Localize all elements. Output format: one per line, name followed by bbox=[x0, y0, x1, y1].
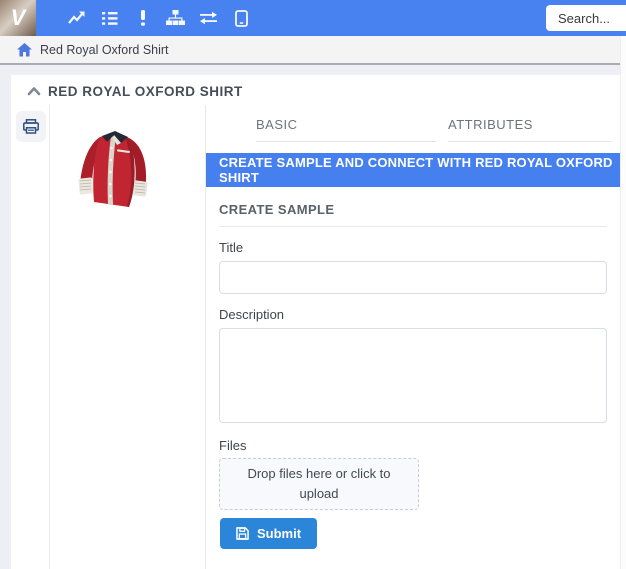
panel-title: RED ROYAL OXFORD SHIRT bbox=[48, 84, 243, 99]
scrollbar-track[interactable] bbox=[620, 36, 626, 569]
submit-label: Submit bbox=[257, 526, 301, 541]
description-input[interactable] bbox=[219, 328, 607, 423]
form-heading: CREATE SAMPLE bbox=[219, 202, 607, 227]
breadcrumb: Red Royal Oxford Shirt bbox=[0, 36, 626, 65]
print-button[interactable] bbox=[16, 111, 46, 142]
panel-header: RED ROYAL OXFORD SHIRT bbox=[11, 75, 620, 105]
title-input[interactable] bbox=[219, 261, 607, 294]
app-logo[interactable]: V bbox=[0, 0, 36, 36]
tab-attributes[interactable]: ATTRIBUTES bbox=[448, 117, 611, 142]
product-panel: RED ROYAL OXFORD SHIRT bbox=[11, 75, 620, 569]
app-viewport: V bbox=[0, 0, 626, 569]
files-label: Files bbox=[219, 438, 607, 453]
exchange-icon[interactable] bbox=[192, 0, 225, 36]
save-icon bbox=[236, 527, 249, 540]
list-icon[interactable] bbox=[93, 0, 126, 36]
home-icon[interactable] bbox=[17, 43, 32, 57]
chart-line-icon[interactable] bbox=[60, 0, 93, 36]
tab-bar: BASIC ATTRIBUTES bbox=[206, 105, 620, 141]
search-input[interactable] bbox=[546, 5, 626, 31]
sitemap-icon[interactable] bbox=[159, 0, 192, 36]
exclamation-icon[interactable] bbox=[126, 0, 159, 36]
dropzone-text: Drop files here or click to upload bbox=[234, 464, 404, 504]
mobile-icon[interactable] bbox=[225, 0, 258, 36]
submit-button[interactable]: Submit bbox=[220, 518, 317, 549]
create-sample-banner: CREATE SAMPLE AND CONNECT WITH RED ROYAL… bbox=[206, 153, 620, 187]
chevron-up-icon[interactable] bbox=[27, 86, 41, 96]
title-label: Title bbox=[219, 240, 607, 255]
breadcrumb-current-page[interactable]: Red Royal Oxford Shirt bbox=[40, 43, 169, 57]
nav-icon-group bbox=[60, 0, 258, 36]
file-dropzone[interactable]: Drop files here or click to upload bbox=[219, 458, 419, 510]
create-sample-form: CREATE SAMPLE Title Description Files Dr… bbox=[219, 187, 607, 549]
tool-rail bbox=[11, 105, 50, 569]
tab-panel: BASIC ATTRIBUTES CREATE SAMPLE AND CONNE… bbox=[205, 105, 620, 569]
description-label: Description bbox=[219, 307, 607, 322]
top-navbar: V bbox=[0, 0, 626, 36]
print-icon bbox=[23, 119, 39, 134]
product-image bbox=[67, 120, 162, 217]
tab-basic[interactable]: BASIC bbox=[256, 117, 436, 142]
